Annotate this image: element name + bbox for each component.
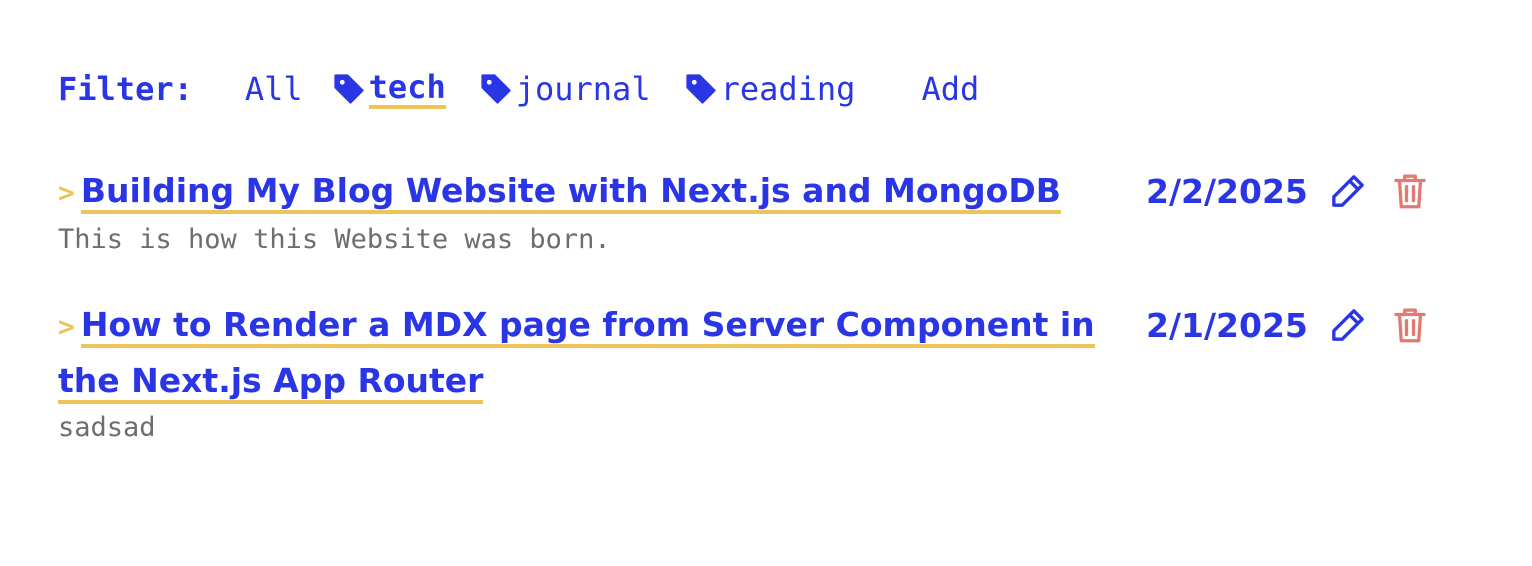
pencil-icon[interactable] xyxy=(1326,303,1370,347)
post-date: 2/2/2025 xyxy=(1146,171,1308,211)
tag-icon xyxy=(331,71,367,107)
tag-filter-journal[interactable]: journal xyxy=(478,70,651,108)
post-title-wrap: > Building My Blog Website with Next.js a… xyxy=(58,164,1128,220)
tag-filter-tech[interactable]: tech xyxy=(331,69,446,109)
filter-label: Filter: xyxy=(58,70,193,108)
add-tag-button[interactable]: Add xyxy=(921,70,979,108)
pencil-icon[interactable] xyxy=(1326,169,1370,213)
post-header: > How to Render a MDX page from Server Co… xyxy=(58,298,1458,408)
post-header: > Building My Blog Website with Next.js a… xyxy=(58,164,1458,220)
post-title-link[interactable]: Building My Blog Website with Next.js an… xyxy=(80,171,1061,214)
tag-filter-label: reading xyxy=(720,70,856,108)
post-item: > Building My Blog Website with Next.js a… xyxy=(58,164,1458,255)
chevron-right-icon: > xyxy=(58,176,75,209)
post-description: sadsad xyxy=(58,412,156,443)
tag-icon xyxy=(478,71,514,107)
post-item: > How to Render a MDX page from Server Co… xyxy=(58,298,1458,443)
post-description: This is how this Website was born. xyxy=(58,224,611,255)
post-title-link[interactable]: How to Render a MDX page from Server Com… xyxy=(58,305,1095,404)
tag-filter-label: tech xyxy=(368,69,446,109)
post-meta: 2/2/2025 xyxy=(1146,164,1450,218)
filter-all-button[interactable]: All xyxy=(245,70,303,108)
tag-icon xyxy=(683,71,719,107)
trash-icon[interactable] xyxy=(1388,303,1432,347)
post-date: 2/1/2025 xyxy=(1146,305,1308,345)
filter-bar: Filter: All tech journal reading Add xyxy=(58,66,979,112)
post-meta: 2/1/2025 xyxy=(1146,298,1450,352)
post-title-wrap: > How to Render a MDX page from Server Co… xyxy=(58,298,1128,408)
trash-icon[interactable] xyxy=(1388,169,1432,213)
tag-filter-reading[interactable]: reading xyxy=(683,70,856,108)
chevron-right-icon: > xyxy=(58,310,75,343)
tag-filter-label: journal xyxy=(515,70,651,108)
